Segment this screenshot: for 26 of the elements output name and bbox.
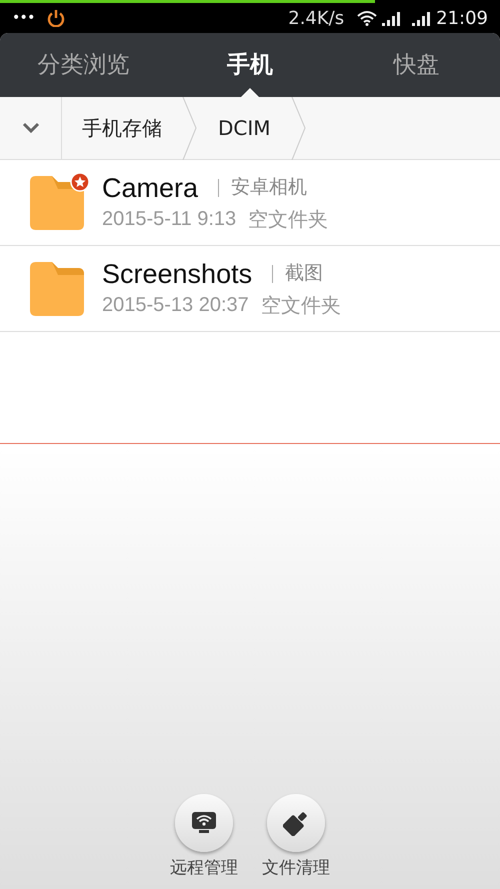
tab[interactable]: 快盘 — [333, 33, 500, 97]
status-menu: ••• — [12, 8, 35, 28]
breadcrumb-item[interactable]: 手机存储 — [62, 97, 182, 159]
folder-date: 2015-5-11 9:13 — [102, 206, 236, 232]
folder-name: Screenshots — [102, 258, 252, 290]
folder-row[interactable]: Camera 安卓相机 2015-5-11 9:13 空文件夹 — [0, 160, 500, 246]
chevron-separator-icon — [182, 97, 198, 160]
wifi-icon — [356, 10, 378, 26]
folder-row[interactable]: Screenshots 截图 2015-5-13 20:37 空文件夹 — [0, 246, 500, 332]
folder-info: 空文件夹 — [260, 292, 341, 318]
chevron-down-icon — [22, 122, 40, 134]
folder-alias: 安卓相机 — [231, 175, 308, 200]
action-button[interactable]: 远程管理 — [164, 794, 244, 881]
folder-name: Camera — [102, 172, 198, 204]
network-speed: 2.4K/s — [288, 6, 344, 30]
breadcrumb-item[interactable]: DCIM — [198, 97, 291, 159]
folder-date: 2015-5-13 20:37 — [102, 292, 249, 318]
chevron-separator-icon — [290, 97, 307, 160]
clock: 21:09 — [436, 6, 488, 30]
power-icon — [46, 9, 65, 27]
folder-info: 空文件夹 — [248, 206, 328, 232]
monitor-wifi-icon — [191, 810, 217, 834]
action-button[interactable]: 文件清理 — [256, 794, 336, 881]
tab[interactable]: 分类浏览 — [0, 33, 167, 97]
folder-alias: 截图 — [285, 261, 324, 286]
brush-icon — [283, 810, 309, 836]
